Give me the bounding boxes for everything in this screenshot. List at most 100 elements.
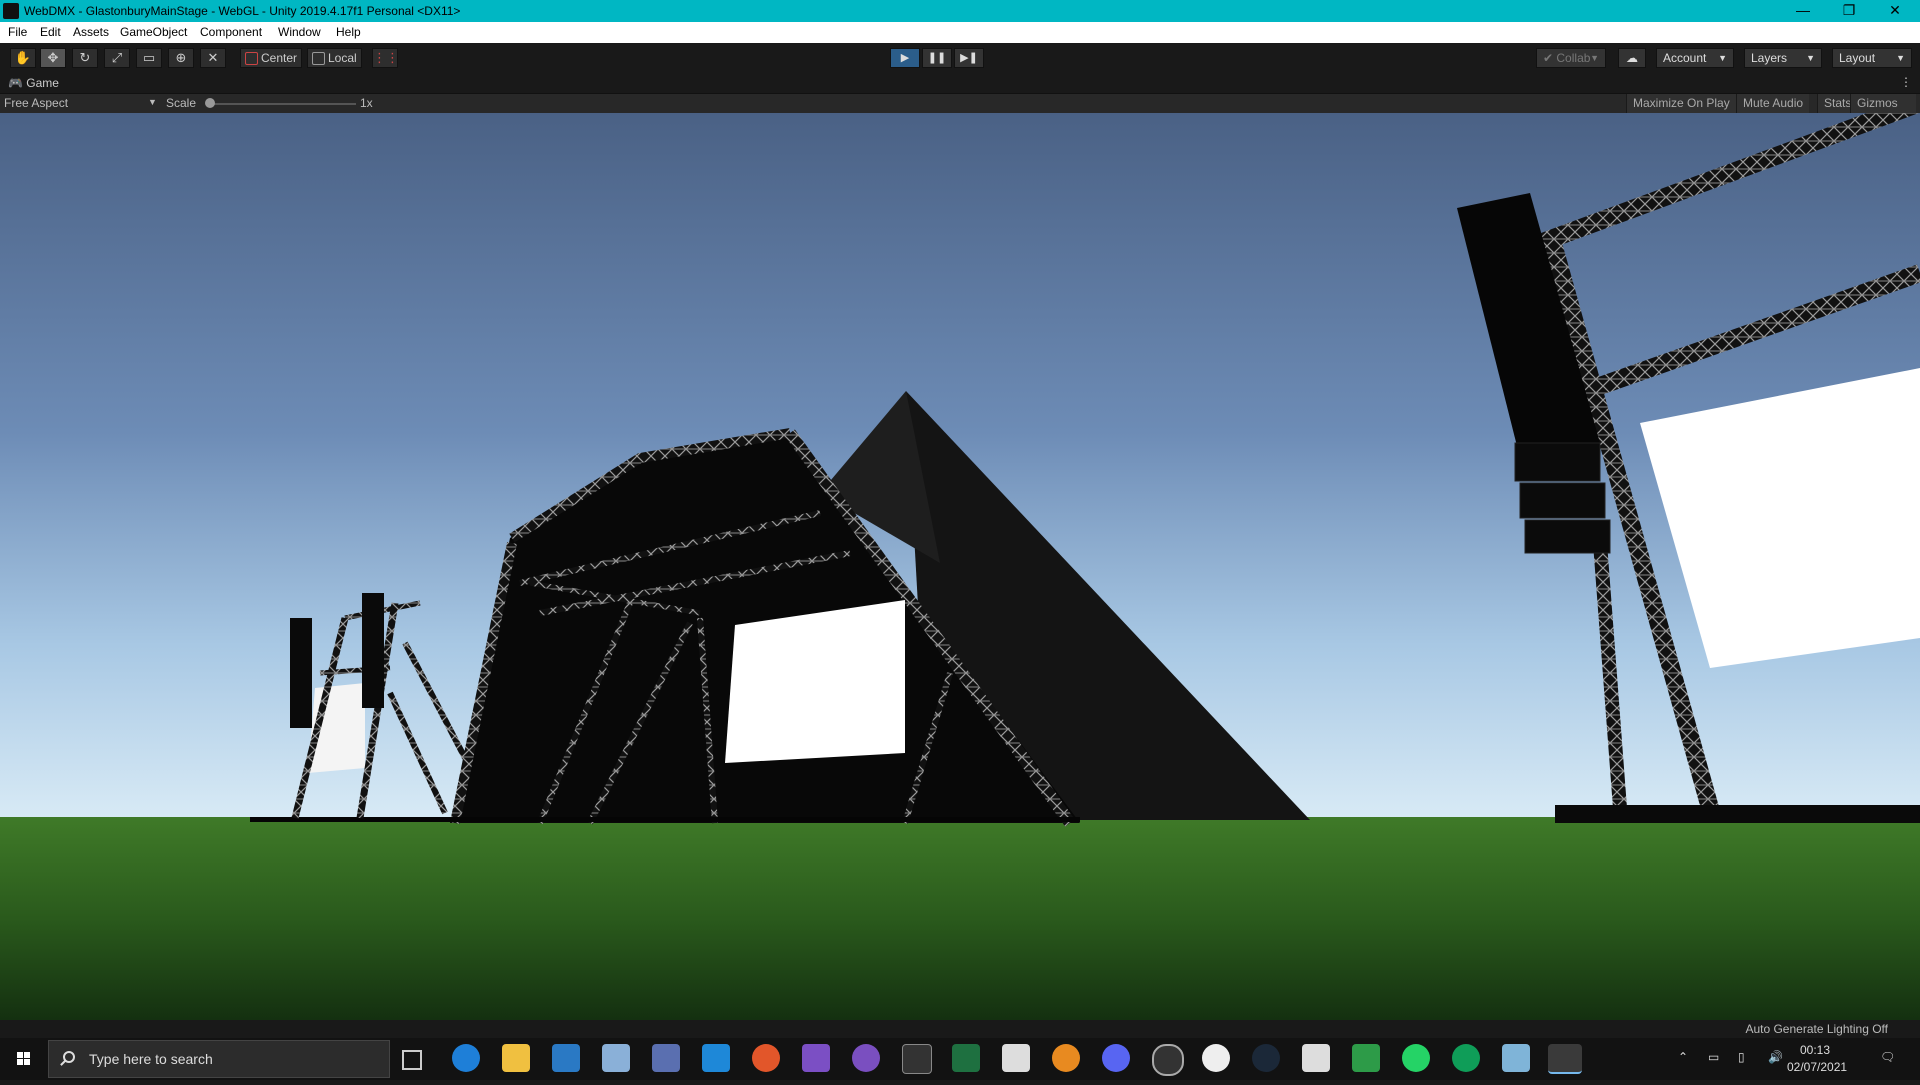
close-button[interactable]: ✕ <box>1872 0 1918 22</box>
tab-game[interactable]: 🎮 Game <box>0 73 70 93</box>
transform-tool-icon[interactable]: ⊕ <box>168 48 194 68</box>
window-title: WebDMX - GlastonburyMainStage - WebGL - … <box>24 4 461 18</box>
menu-gameobject[interactable]: GameObject <box>120 25 187 39</box>
move-tool-icon[interactable]: ✥ <box>40 48 66 68</box>
chat-icon[interactable] <box>1352 1044 1380 1072</box>
aspect-dropdown[interactable]: Free Aspect <box>4 96 68 110</box>
minimize-button[interactable]: — <box>1780 0 1826 22</box>
scale-slider-track[interactable] <box>208 103 356 105</box>
hangouts-icon[interactable] <box>1452 1044 1480 1072</box>
notes-icon[interactable] <box>1502 1044 1530 1072</box>
chevron-down-icon: ▼ <box>1590 53 1599 63</box>
ubuntu-icon[interactable] <box>752 1044 780 1072</box>
menu-help[interactable]: Help <box>336 25 361 39</box>
maximize-on-play-button[interactable]: Maximize On Play <box>1626 94 1736 113</box>
app-icon[interactable] <box>1202 1044 1230 1072</box>
scale-label: Scale <box>166 96 197 110</box>
excel-icon[interactable] <box>952 1044 980 1072</box>
steam-icon[interactable] <box>1252 1044 1280 1072</box>
github-desktop-icon[interactable] <box>852 1044 880 1072</box>
layers-dropdown[interactable]: Layers ▼ <box>1744 48 1822 68</box>
terminal-icon[interactable] <box>902 1044 932 1074</box>
unity-editor-icon[interactable] <box>1548 1044 1582 1074</box>
obs-icon[interactable] <box>1152 1044 1184 1076</box>
collab-check-icon: ✔ <box>1543 51 1557 65</box>
tray-chevron-icon[interactable]: ⌃ <box>1678 1050 1688 1064</box>
network-tray-icon[interactable]: ▭ <box>1708 1050 1719 1064</box>
search-placeholder: Type here to search <box>89 1051 213 1067</box>
menu-bar: File Edit Assets GameObject Component Wi… <box>0 22 1920 43</box>
pivot-local-button[interactable]: Local <box>307 48 362 68</box>
visual-studio-icon[interactable] <box>802 1044 830 1072</box>
usb-tray-icon[interactable]: ▯ <box>1738 1050 1745 1064</box>
snap-icon[interactable]: ⋮⋮ <box>372 48 399 68</box>
discord-icon[interactable] <box>1102 1044 1130 1072</box>
file-explorer-icon[interactable] <box>502 1044 530 1072</box>
hand-tool-icon[interactable]: ✋ <box>10 48 36 68</box>
game-view-toolbar: Free Aspect ▼ Scale 1x Maximize On Play … <box>0 93 1920 113</box>
gamepad-icon: 🎮 <box>8 76 27 90</box>
document-icon[interactable] <box>1002 1044 1030 1072</box>
store-icon[interactable] <box>552 1044 580 1072</box>
scale-tool-icon[interactable]: ⤢ <box>104 48 130 68</box>
clock-date[interactable]: 02/07/2021 <box>1787 1060 1847 1074</box>
blender-icon[interactable] <box>1052 1044 1080 1072</box>
menu-file[interactable]: File <box>8 25 27 39</box>
rect-tool-icon[interactable]: ▭ <box>136 48 162 68</box>
play-button[interactable]: ▶ <box>890 48 920 68</box>
game-tab-bar: 🎮 Game ⋮ <box>0 73 1920 93</box>
menu-window[interactable]: Window <box>278 25 321 39</box>
right-sub-speaker <box>1514 442 1601 482</box>
search-icon <box>63 1051 75 1063</box>
lighting-status: Auto Generate Lighting Off <box>1745 1022 1888 1036</box>
windows-logo-icon <box>17 1052 30 1065</box>
right-tower-base <box>1555 805 1920 823</box>
vscode-icon[interactable] <box>702 1044 730 1072</box>
mail-icon[interactable] <box>602 1044 630 1072</box>
chevron-down-icon: ▼ <box>1896 53 1905 63</box>
clock-time[interactable]: 00:13 <box>1800 1043 1830 1057</box>
grass-ground <box>0 817 1920 1020</box>
whatsapp-icon[interactable] <box>1402 1044 1430 1072</box>
scale-value: 1x <box>360 96 373 110</box>
local-icon <box>312 52 325 65</box>
layout-dropdown[interactable]: Layout ▼ <box>1832 48 1912 68</box>
right-sub-speaker <box>1524 519 1611 554</box>
menu-edit[interactable]: Edit <box>40 25 61 39</box>
menu-component[interactable]: Component <box>200 25 262 39</box>
rotate-tool-icon[interactable]: ↻ <box>72 48 98 68</box>
step-button[interactable]: ▶❚ <box>954 48 984 68</box>
game-viewport[interactable] <box>0 113 1920 1020</box>
restore-button[interactable]: ❐ <box>1826 0 1872 22</box>
custom-tool-icon[interactable]: ✕ <box>200 48 226 68</box>
scene-render <box>0 113 1920 1020</box>
tab-game-label: Game <box>26 76 59 90</box>
pivot-center-label: Center <box>261 51 298 65</box>
pause-button[interactable]: ❚❚ <box>922 48 952 68</box>
chevron-down-icon: ▼ <box>1806 53 1815 63</box>
layers-label: Layers <box>1751 51 1788 65</box>
notification-icon[interactable]: 🗨 <box>1880 1050 1895 1064</box>
status-bar: Auto Generate Lighting Off <box>0 1020 1920 1038</box>
edge-icon[interactable] <box>452 1044 480 1072</box>
unity-hub-icon[interactable] <box>1302 1044 1330 1072</box>
collab-label: Collab <box>1556 51 1591 65</box>
gizmos-button[interactable]: Gizmos <box>1850 94 1916 113</box>
pivot-icon <box>245 52 258 65</box>
task-view-icon[interactable] <box>402 1050 422 1070</box>
account-dropdown[interactable]: Account ▼ <box>1656 48 1734 68</box>
cloud-button[interactable]: ☁ <box>1618 48 1646 68</box>
pivot-center-button[interactable]: Center <box>240 48 303 68</box>
left-speaker-stack <box>362 593 384 708</box>
taskbar-search[interactable]: Type here to search <box>48 1040 390 1078</box>
main-toolbar: ✋ ✥ ↻ ⤢ ▭ ⊕ ✕ Center Local ⋮⋮ ▶ ❚❚ ▶❚ ✔ … <box>0 43 1920 73</box>
collab-button[interactable]: ✔ Collab ▼ <box>1536 48 1606 68</box>
more-options-icon[interactable]: ⋮ <box>1900 75 1912 89</box>
scale-slider-handle[interactable] <box>205 98 215 108</box>
stage-base <box>250 817 1080 822</box>
volume-icon[interactable]: 🔊 <box>1768 1050 1783 1064</box>
menu-assets[interactable]: Assets <box>73 25 109 39</box>
windows-start-button[interactable] <box>0 1038 48 1080</box>
mute-audio-button[interactable]: Mute Audio <box>1736 94 1810 113</box>
network-icon[interactable] <box>652 1044 680 1072</box>
